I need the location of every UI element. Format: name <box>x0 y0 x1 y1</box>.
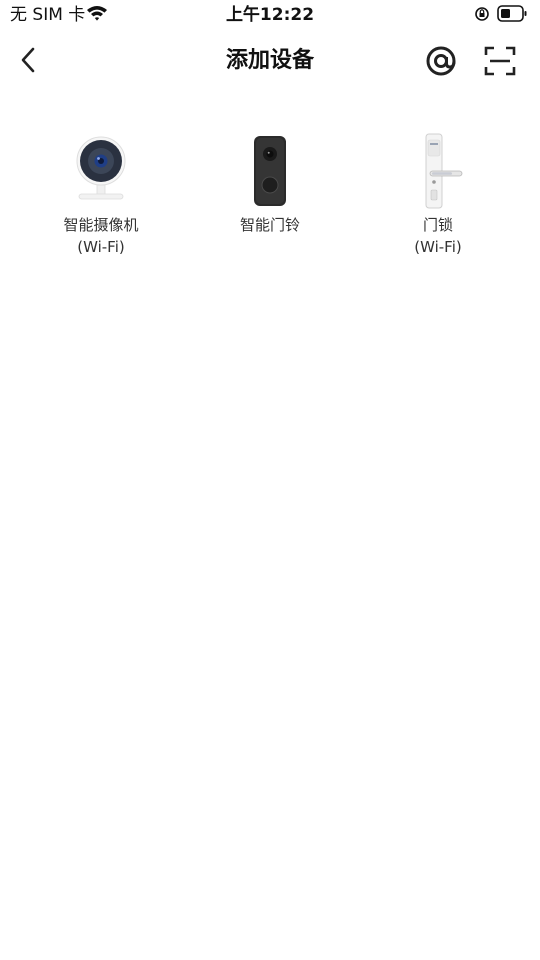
device-name: 智能门铃 <box>239 216 300 234</box>
door-lock-icon <box>425 133 463 209</box>
status-time: 上午12:22 <box>225 5 315 25</box>
scan-icon <box>484 46 516 76</box>
device-name: 门锁 <box>422 216 453 234</box>
scan-button[interactable] <box>480 42 520 80</box>
status-bar: 无 SIM 卡 上午12:22 <box>0 0 540 30</box>
device-connectivity: (Wi-Fi) <box>77 238 125 256</box>
device-connectivity: (Wi-Fi) <box>414 238 462 256</box>
device-item-door-lock[interactable]: 门锁 (Wi-Fi) <box>363 130 513 258</box>
doorbell-icon <box>254 136 286 206</box>
device-image <box>230 130 310 210</box>
orientation-lock-icon <box>475 7 489 21</box>
camera-icon <box>76 136 126 200</box>
navigation-bar: 添加设备 <box>0 30 540 92</box>
device-image <box>398 130 478 210</box>
device-image <box>61 130 141 210</box>
at-button[interactable] <box>422 42 460 80</box>
device-item-camera[interactable]: 智能摄像机 (Wi-Fi) <box>26 130 176 258</box>
device-item-doorbell[interactable]: 智能门铃 <box>195 130 345 236</box>
at-sign-icon <box>426 46 456 76</box>
battery-icon <box>497 5 527 22</box>
device-name: 智能摄像机 <box>63 216 139 234</box>
